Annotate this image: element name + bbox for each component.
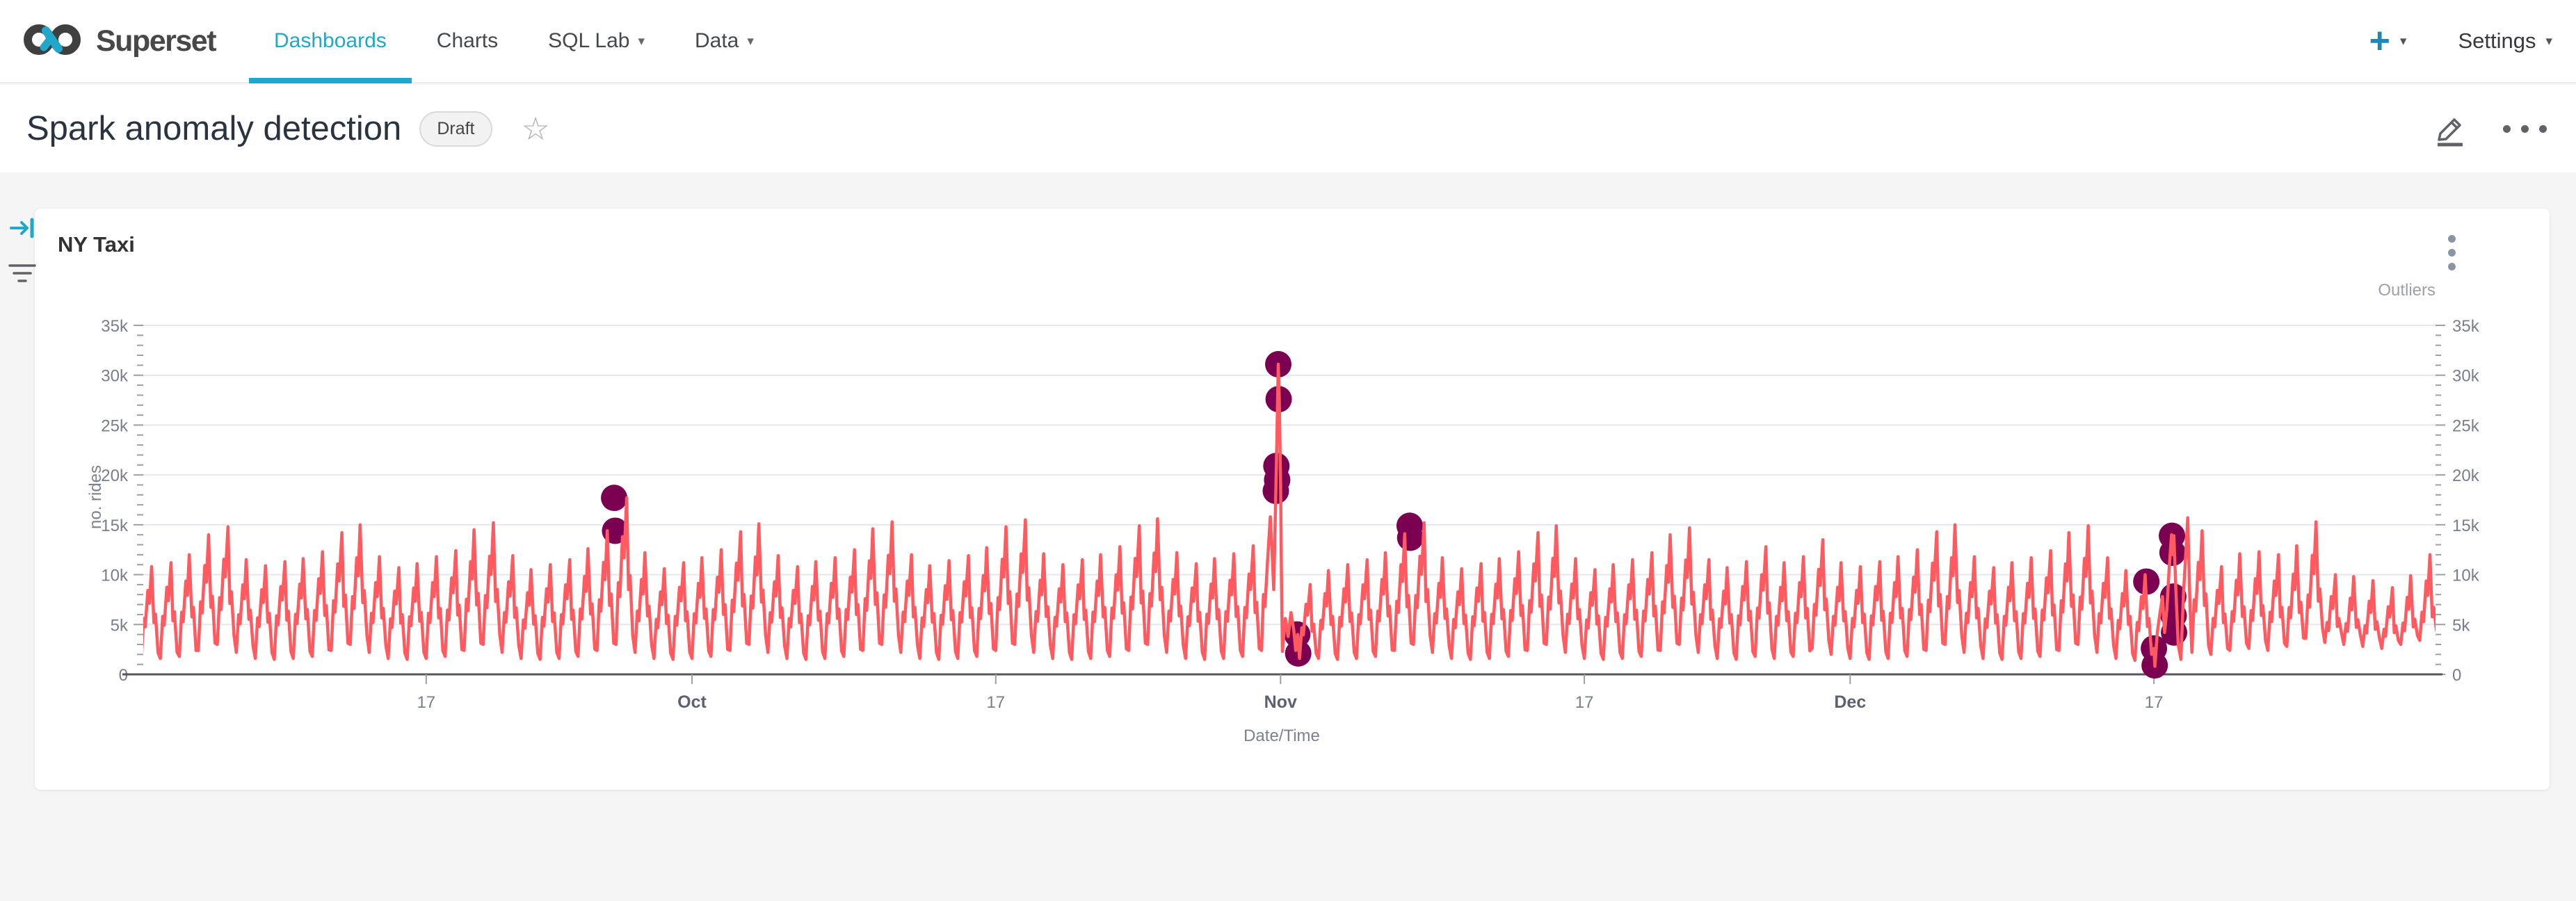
y-axis-label-right: 5k	[2452, 616, 2470, 635]
x-axis-title: Date/Time	[1243, 727, 1320, 746]
x-axis-label: 17	[417, 693, 435, 712]
chevron-down-icon: ▾	[2400, 33, 2407, 49]
dashboard-actions	[2432, 111, 2547, 147]
nav-item-label: Data	[695, 29, 739, 53]
x-axis-label: 17	[986, 693, 1005, 712]
filter-list-button[interactable]	[7, 259, 38, 293]
y-axis-label-left: 35k	[101, 317, 129, 336]
chevron-down-icon: ▾	[747, 33, 754, 49]
arrow-to-bar-icon	[8, 214, 36, 242]
pencil-icon	[2432, 111, 2468, 147]
nav-item-data[interactable]: Data ▾	[670, 0, 779, 82]
nav-item-label: SQL Lab	[548, 29, 629, 53]
y-axis-label-left: 25k	[101, 416, 129, 435]
y-axis-label-left: 5k	[111, 616, 129, 635]
right-axis-legend: Outliers	[2378, 281, 2436, 300]
outlier-point[interactable]	[601, 485, 627, 511]
y-axis-label-right: 10k	[2452, 567, 2480, 585]
timeseries-chart-canvas[interactable]: 005k5k10k10k15k15k20k20k25k25k30k30k35k3…	[35, 209, 2550, 790]
x-axis-label: 17	[1575, 693, 1594, 712]
superset-logo[interactable]: Superset	[21, 18, 216, 65]
x-axis-label: Nov	[1264, 692, 1297, 712]
y-axis-label-left: 10k	[101, 567, 129, 585]
active-tab-underline	[249, 78, 412, 83]
expand-filter-bar-button[interactable]	[8, 214, 36, 245]
x-axis-label: 17	[2145, 693, 2164, 712]
plus-icon: +	[2369, 23, 2390, 59]
top-navbar: Superset Dashboards Charts SQL Lab ▾ Dat…	[0, 0, 2576, 83]
filter-icon	[7, 259, 38, 289]
chevron-down-icon: ▾	[2545, 33, 2552, 49]
nav-item-dashboards[interactable]: Dashboards	[249, 0, 412, 82]
new-item-button[interactable]: + ▾	[2369, 23, 2407, 59]
main-nav: Dashboards Charts SQL Lab ▾ Data ▾	[249, 0, 779, 82]
outlier-point[interactable]	[1397, 525, 1424, 551]
status-badge: Draft	[419, 111, 492, 147]
nav-item-label: Charts	[437, 29, 498, 53]
settings-label: Settings	[2458, 29, 2536, 54]
nav-item-charts[interactable]: Charts	[412, 0, 523, 82]
more-actions-button[interactable]	[2503, 125, 2547, 133]
chart-kebab-menu[interactable]	[2444, 231, 2460, 275]
dashboard-header: Spark anomaly detection Draft ☆	[0, 85, 2576, 172]
chevron-down-icon: ▾	[638, 33, 645, 49]
x-axis-label: Oct	[677, 692, 707, 712]
edit-dashboard-button[interactable]	[2432, 111, 2468, 147]
line-series-ny-taxi[interactable]	[122, 364, 2456, 667]
y-axis-label-right: 15k	[2452, 517, 2480, 535]
y-axis-label-right: 35k	[2452, 317, 2480, 336]
brand-name: Superset	[96, 24, 216, 58]
y-axis-label-right: 25k	[2452, 416, 2480, 435]
ellipsis-icon	[2503, 125, 2547, 133]
settings-menu[interactable]: Settings ▾	[2458, 29, 2552, 54]
favorite-star-icon[interactable]: ☆	[522, 113, 550, 145]
dashboard-title[interactable]: Spark anomaly detection	[26, 109, 401, 148]
navbar-right: + ▾ Settings ▾	[2369, 23, 2552, 59]
superset-app: Superset Dashboards Charts SQL Lab ▾ Dat…	[0, 0, 2576, 901]
chart-card-ny-taxi: 005k5k10k10k15k15k20k20k25k25k30k30k35k3…	[35, 209, 2550, 790]
y-axis-label-right: 30k	[2452, 367, 2480, 386]
x-axis-label: Dec	[1834, 692, 1866, 712]
y-axis-label-right: 0	[2452, 666, 2461, 685]
superset-infinity-icon	[21, 18, 85, 65]
y-axis-title: no. rides	[86, 465, 106, 529]
y-axis-label-left: 30k	[101, 367, 129, 386]
nav-item-label: Dashboards	[274, 29, 387, 53]
y-axis-label-right: 20k	[2452, 466, 2480, 485]
nav-item-sql-lab[interactable]: SQL Lab ▾	[523, 0, 670, 82]
chart-title[interactable]: NY Taxi	[58, 232, 135, 257]
